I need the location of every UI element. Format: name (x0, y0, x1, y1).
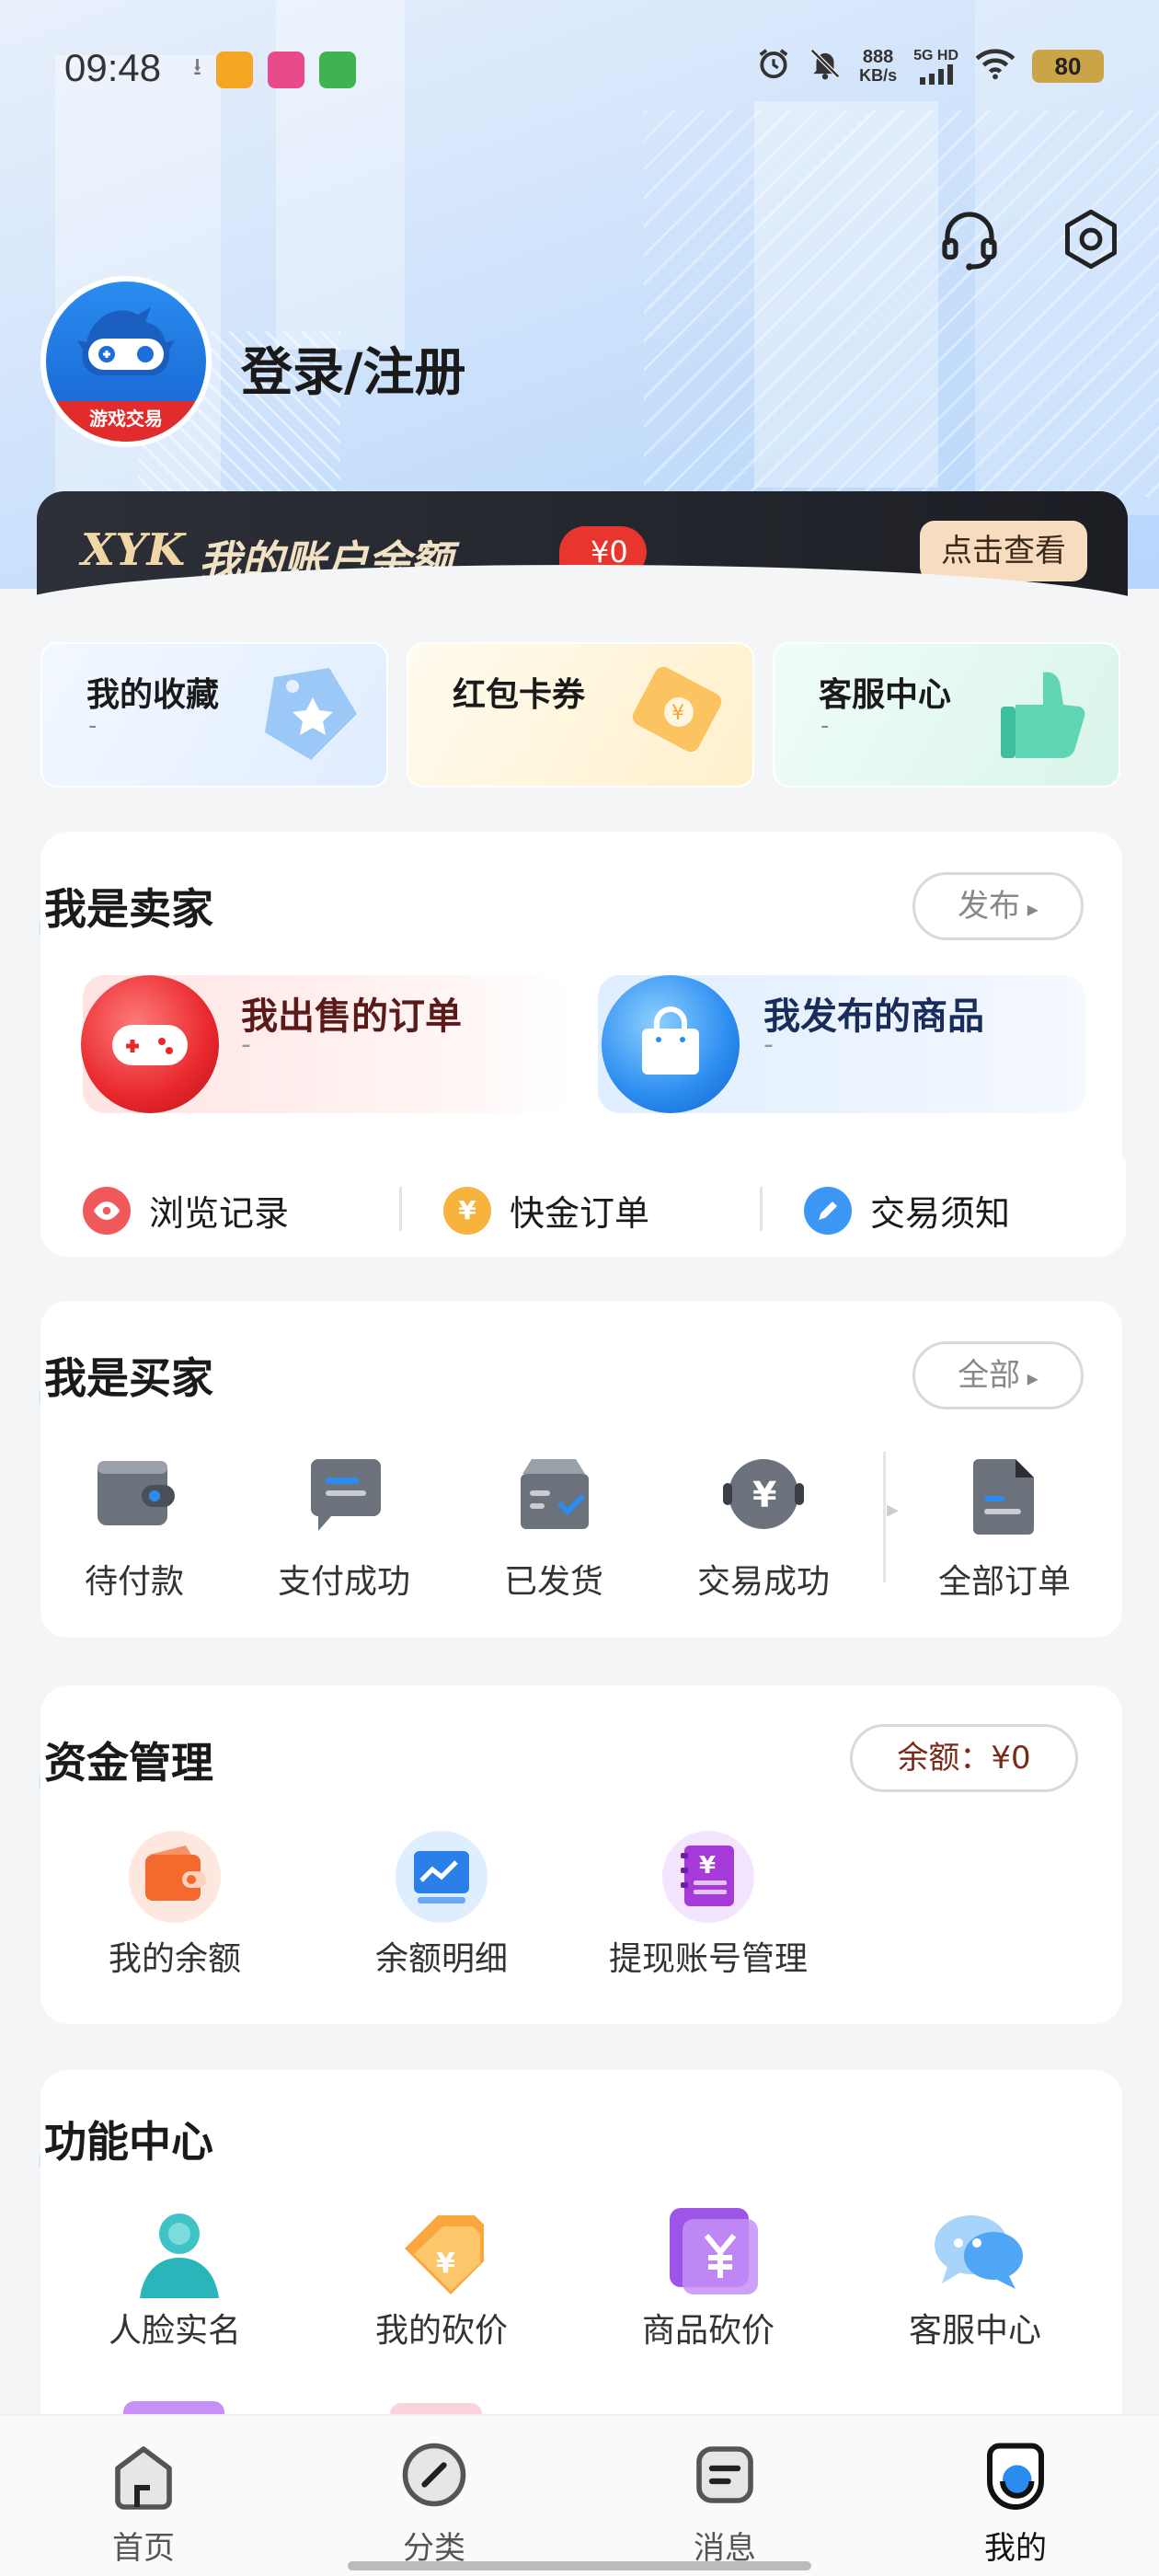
my-bargain-item[interactable]: ¥ 我的砍价 (350, 2202, 534, 2352)
trading-rules-link[interactable]: 交易须知 (804, 1185, 1010, 1236)
chart-screen-icon (396, 1831, 488, 1923)
support-center-item[interactable]: 客服中心 (883, 2202, 1067, 2352)
nav-messages[interactable]: 消息 (651, 2436, 798, 2568)
gear-icon[interactable] (1054, 202, 1128, 276)
signal-group: 5G HD (913, 48, 958, 85)
nav-category[interactable]: 分类 (361, 2436, 508, 2568)
nav-home[interactable]: 首页 (70, 2436, 217, 2568)
person-icon (129, 2202, 221, 2298)
my-balance-item[interactable]: 我的余额 (83, 1831, 267, 1980)
published-items-count: - (763, 1029, 774, 1061)
app-notification-icon (268, 52, 305, 88)
svg-text:¥: ¥ (699, 1852, 716, 1880)
face-verification-item[interactable]: 人脸实名 (83, 2202, 267, 2352)
signal-icon (919, 63, 953, 85)
alarm-icon (756, 46, 791, 86)
coupon-icon: ¥ (632, 666, 722, 753)
pending-payment-item[interactable]: 待付款 (42, 1454, 226, 1603)
favorites-count: - (88, 712, 98, 740)
sold-orders-title: 我出售的订单 (241, 995, 462, 1038)
status-right: 888 KB/s 5G HD 80 (756, 46, 1104, 86)
profile-icon (987, 2443, 1044, 2510)
wallet-icon (129, 1831, 221, 1923)
shopping-bag-icon (602, 975, 740, 1113)
svg-text:¥: ¥ (752, 1475, 776, 1515)
avatar[interactable]: 游戏交易 (40, 276, 212, 447)
support-center-card[interactable]: 客服中心 - (773, 642, 1120, 788)
browse-history-link[interactable]: 浏览记录 (83, 1185, 289, 1236)
publish-button[interactable]: 发布 ▸ (912, 872, 1084, 940)
mute-bell-icon (808, 46, 843, 86)
funds-balance-pill[interactable]: 余额：¥0 (850, 1724, 1078, 1792)
features-section-title: 功能中心 (39, 2109, 247, 2169)
document-icon (958, 1454, 1050, 1546)
item-bargain-item[interactable]: 商品砍价 (616, 2202, 800, 2352)
thumb-icon (1001, 672, 1085, 758)
all-orders-button[interactable]: 全部 ▸ (912, 1341, 1084, 1409)
price-tag-icon: ¥ (396, 2202, 488, 2294)
avatar-badge: 游戏交易 (46, 401, 206, 442)
download-icon: ⭳ (193, 53, 202, 81)
seller-section-title: 我是卖家 (39, 876, 247, 937)
chevron-right-icon: ▸ (1020, 896, 1039, 922)
shipped-item[interactable]: 已发货 (462, 1454, 646, 1603)
seller-quick-links: 浏览记录 ¥ 快金订单 交易须知 (40, 1159, 1126, 1257)
banner-logo: XYK (81, 524, 186, 576)
published-items-title: 我发布的商品 (763, 995, 984, 1038)
headset-icon[interactable] (933, 202, 1006, 276)
gamepad-icon (81, 975, 219, 1113)
battery-indicator: 80 (1032, 49, 1104, 83)
view-balance-button[interactable]: 点击查看 (920, 521, 1087, 581)
home-icon (115, 2446, 172, 2510)
chevron-right-icon: ▸ (887, 1496, 900, 1524)
svg-text:¥: ¥ (671, 702, 684, 725)
chevron-right-icon: ▸ (1020, 1365, 1039, 1391)
message-icon (696, 2446, 753, 2503)
app-notification-icon (319, 52, 357, 88)
withdraw-accounts-item[interactable]: ¥ 提现账号管理 (598, 1831, 819, 1980)
quick-gold-orders-link[interactable]: ¥ 快金订单 (443, 1185, 649, 1236)
message-icon (298, 1454, 390, 1546)
status-time: 09:48 (64, 46, 162, 89)
compass-icon (402, 2443, 466, 2507)
yen-card-icon (662, 2202, 758, 2294)
gamepad-mascot-icon (77, 307, 175, 375)
buyer-divider (883, 1452, 886, 1582)
star-tag-icon (265, 668, 357, 760)
support-center-label: 客服中心 (819, 676, 952, 714)
coupons-card[interactable]: 红包卡券 ¥ (407, 642, 754, 788)
yen-ledger-icon: ¥ (662, 1831, 754, 1923)
wallet-icon (88, 1454, 180, 1546)
buyer-section-title: 我是买家 (39, 1345, 247, 1406)
wifi-icon (975, 47, 1016, 85)
payment-success-item[interactable]: 支付成功 (252, 1454, 436, 1603)
coupons-label: 红包卡券 (453, 676, 586, 714)
yen-circle-icon: ¥ (717, 1454, 809, 1546)
app-notification-icon (216, 52, 254, 88)
eye-icon (83, 1186, 131, 1235)
sold-orders-count: - (241, 1029, 251, 1061)
login-register-link[interactable]: 登录/注册 (241, 331, 465, 406)
balance-details-item[interactable]: 余额明细 (350, 1831, 534, 1980)
favorites-card[interactable]: 我的收藏 - (40, 642, 388, 788)
favorites-label: 我的收藏 (86, 676, 220, 714)
status-bar: 09:48 ⭳ 888 KB/s 5G HD 80 (0, 37, 1159, 101)
pencil-icon (804, 1186, 852, 1235)
bottom-navigation: 首页 分类 消息 我的 (0, 2414, 1159, 2576)
network-speed: 888 KB/s (859, 46, 898, 85)
support-center-sub: - (820, 712, 830, 740)
notification-icons: ⭳ (193, 50, 357, 90)
svg-text:¥: ¥ (436, 2248, 455, 2280)
nav-profile[interactable]: 我的 (942, 2436, 1089, 2568)
delivery-box-icon (508, 1454, 600, 1546)
yen-coin-icon: ¥ (443, 1186, 491, 1235)
all-orders-item[interactable]: 全部订单 (912, 1454, 1096, 1603)
trade-success-item[interactable]: ¥ 交易成功 (671, 1454, 855, 1603)
funds-section-title: 资金管理 (39, 1730, 247, 1790)
home-indicator (348, 2561, 811, 2570)
chat-bubbles-icon (929, 2202, 1023, 2294)
